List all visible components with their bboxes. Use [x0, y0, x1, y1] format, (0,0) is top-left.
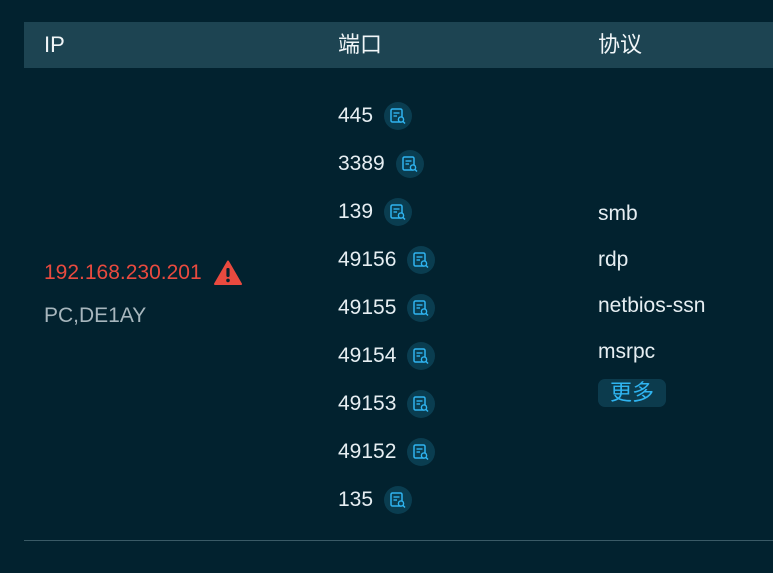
- port-item: 49156: [338, 236, 436, 284]
- row-divider: [24, 540, 773, 541]
- protocol-list: smb rdp netbios-ssn msrpc 更多: [598, 191, 705, 407]
- port-number: 49152: [338, 440, 397, 463]
- port-item: 445: [338, 92, 435, 140]
- protocol-item: smb: [598, 202, 638, 225]
- host-name: PC,DE1AY: [44, 304, 147, 327]
- port-number: 3389: [338, 152, 385, 175]
- port-number: 49155: [338, 296, 397, 319]
- port-number: 49154: [338, 344, 397, 367]
- port-number: 49153: [338, 392, 397, 415]
- port-list: 445 3389 139 49156 49155 49154 49153 49152 135: [338, 92, 436, 524]
- header-protocol: 协议: [598, 32, 643, 57]
- port-number: 49156: [338, 248, 397, 271]
- asset-table: IP 端口 协议 192.168.230.201 PC,DE1AY 445 338…: [24, 22, 773, 540]
- port-detail-search-icon[interactable]: [407, 246, 436, 274]
- port-detail-search-icon[interactable]: [384, 102, 413, 130]
- port-detail-search-icon[interactable]: [384, 486, 413, 514]
- table-header: IP 端口 协议: [24, 22, 773, 68]
- port-item: 49155: [338, 284, 436, 332]
- port-detail-search-icon[interactable]: [395, 150, 424, 178]
- port-detail-search-icon[interactable]: [407, 342, 436, 370]
- protocol-item: rdp: [598, 248, 629, 271]
- header-ip: IP: [44, 32, 65, 57]
- port-item: 49153: [338, 380, 436, 428]
- protocol-item: msrpc: [598, 340, 656, 363]
- port-item: 49154: [338, 332, 436, 380]
- port-number: 139: [338, 200, 374, 223]
- port-number: 135: [338, 488, 374, 511]
- port-number: 445: [338, 104, 374, 127]
- table-row: 192.168.230.201 PC,DE1AY 445 3389 139 49156…: [24, 68, 773, 540]
- ip-cell: 192.168.230.201 PC,DE1AY: [44, 258, 242, 328]
- header-port: 端口: [338, 32, 383, 57]
- port-item: 3389: [338, 140, 435, 188]
- protocol-item: netbios-ssn: [598, 294, 706, 317]
- port-item: 135: [338, 476, 435, 524]
- port-detail-search-icon[interactable]: [407, 294, 436, 322]
- warning-triangle-icon[interactable]: [213, 260, 242, 286]
- port-detail-search-icon[interactable]: [384, 198, 413, 226]
- port-item: 49152: [338, 428, 436, 476]
- port-detail-search-icon[interactable]: [407, 438, 436, 466]
- ip-address[interactable]: 192.168.230.201: [44, 261, 202, 285]
- more-protocols-button[interactable]: 更多: [598, 379, 667, 407]
- port-item: 139: [338, 188, 435, 236]
- port-detail-search-icon[interactable]: [407, 390, 436, 418]
